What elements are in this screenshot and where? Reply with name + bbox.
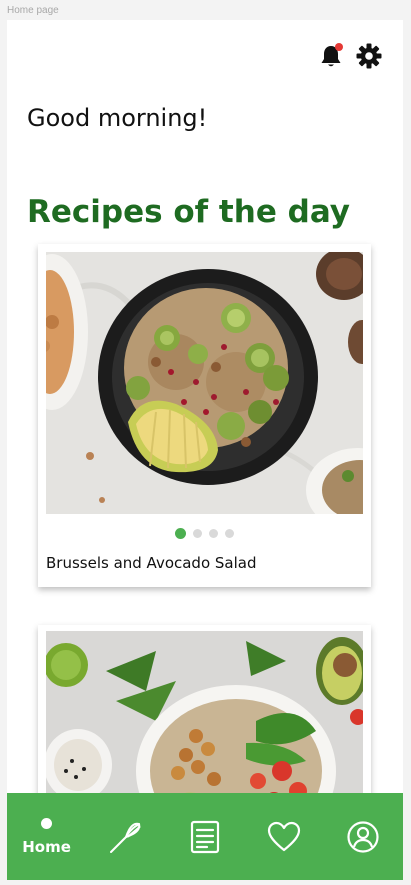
greeting-text: Good morning!	[27, 104, 208, 132]
carousel-pager	[38, 528, 371, 539]
recipe-card[interactable]: Brussels and Avocado Salad	[38, 244, 371, 587]
phone-screen: Good morning! Recipes of the day Brussel…	[7, 20, 403, 880]
pager-dot[interactable]	[193, 529, 202, 538]
frame-label: Home page	[7, 5, 59, 16]
nav-list[interactable]	[175, 807, 235, 867]
list-document-icon	[190, 820, 220, 853]
nav-favorites[interactable]	[254, 807, 314, 867]
home-indicator-icon	[41, 817, 53, 829]
whisk-icon	[109, 822, 141, 853]
bottom-navigation: Home	[7, 793, 403, 880]
notification-badge	[335, 43, 343, 51]
settings-button[interactable]	[355, 42, 383, 70]
notifications-button[interactable]	[317, 42, 345, 70]
pager-dot[interactable]	[225, 529, 234, 538]
header-actions	[317, 42, 383, 70]
nav-home[interactable]: Home	[17, 807, 77, 867]
nav-profile[interactable]	[333, 807, 393, 867]
recipe-image	[46, 252, 363, 514]
recipe-title: Brussels and Avocado Salad	[46, 554, 257, 572]
gear-icon	[356, 43, 382, 69]
section-title: Recipes of the day	[27, 194, 351, 230]
pager-dot[interactable]	[209, 529, 218, 538]
nav-home-label: Home	[22, 837, 71, 856]
user-profile-icon	[347, 820, 379, 853]
pager-dot-active[interactable]	[175, 528, 186, 539]
heart-icon	[268, 821, 301, 851]
nav-recipes[interactable]	[96, 807, 156, 867]
